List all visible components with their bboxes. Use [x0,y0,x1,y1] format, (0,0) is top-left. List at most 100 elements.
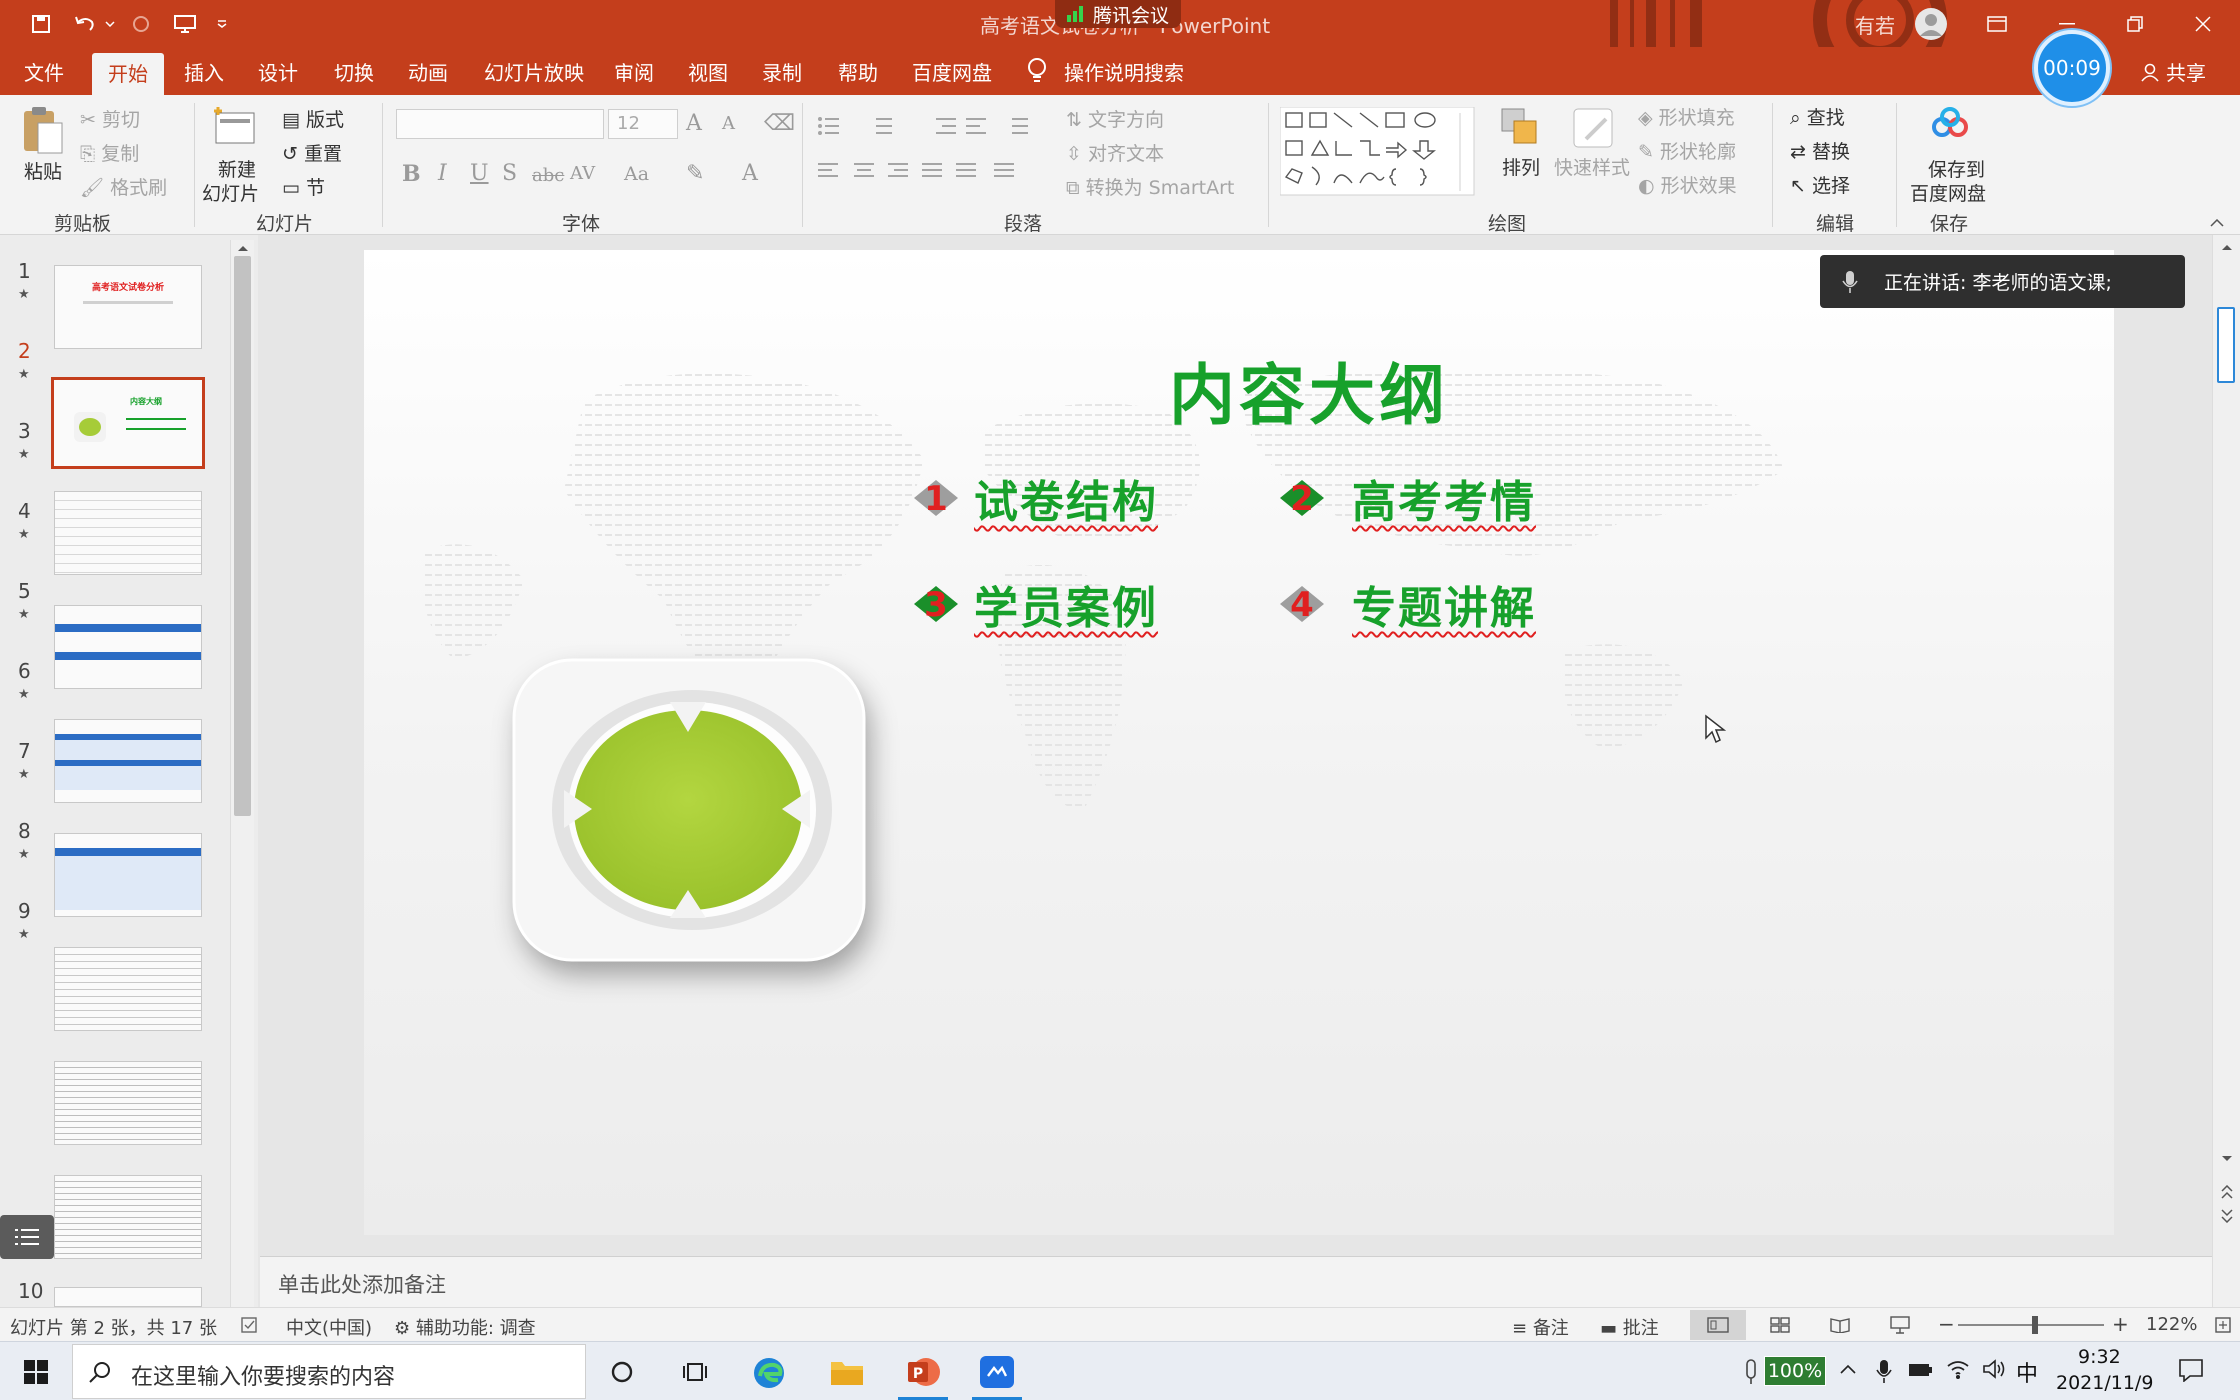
text-direction-button[interactable]: ⇅ 文字方向 [1066,105,1164,132]
tencent-meeting-icon[interactable] [980,1356,1014,1388]
shrink-font-icon[interactable]: A [722,113,735,134]
thumbnail-scroll-thumb[interactable] [234,256,251,816]
highlight-icon[interactable]: ✎ [686,161,704,186]
editor-scroll-thumb[interactable] [2217,307,2235,383]
slide-thumbnail-7[interactable] [54,947,202,1031]
outline-item-2[interactable]: 2 高考考情 [1274,468,1536,528]
zoom-out-button[interactable]: − [1938,1312,1955,1336]
align-text-button[interactable]: ⇳ 对齐文本 [1066,139,1164,166]
customize-qat-icon[interactable] [212,10,232,38]
format-painter-button[interactable]: 🖌 格式刷 [80,173,167,200]
spell-check-icon[interactable] [240,1316,260,1334]
collapse-ribbon-icon[interactable] [2210,219,2224,227]
close-icon[interactable] [2180,6,2226,42]
tab-home[interactable]: 开始 [92,53,164,95]
tab-slideshow[interactable]: 幻灯片放映 [484,57,584,86]
reset-button[interactable]: ↺ 重置 [282,139,342,166]
slide-thumbnail-3[interactable] [54,491,202,575]
notes-pane[interactable]: 单击此处添加备注 [260,1256,2212,1307]
font-color-icon[interactable]: A [742,161,758,186]
arrange-label[interactable]: 排列 [1502,153,1540,180]
save-to-label[interactable]: 保存到 [1928,155,1985,182]
smartart-button[interactable]: ⧉ 转换为 SmartArt [1066,173,1234,200]
save-icon[interactable] [24,10,58,38]
battery-icon[interactable] [1908,1362,1934,1378]
edge-icon[interactable] [752,1356,786,1390]
clock-date[interactable]: 2021/11/9 [2056,1372,2153,1394]
language-indicator[interactable]: 中文(中国) [286,1314,372,1340]
prev-slide-icon[interactable] [2221,1185,2233,1199]
quick-styles-label[interactable]: 快速样式 [1554,153,1630,180]
ribbon-display-icon[interactable] [1974,6,2020,42]
select-button[interactable]: ↖ 选择 [1790,171,1850,198]
change-case-icon[interactable]: Aa [624,163,649,185]
layout-button[interactable]: ▤ 版式 [282,105,344,132]
tab-transitions[interactable]: 切换 [334,57,374,86]
align-icons[interactable] [818,161,1058,183]
microphone-icon[interactable] [1876,1358,1892,1384]
clock-time[interactable]: 9:32 [2078,1346,2121,1368]
accessibility-status[interactable]: ⚙ 辅助功能: 调查 [394,1314,536,1340]
outline-item-3[interactable]: 3 学员案例 [908,574,1158,634]
zoom-slider[interactable] [1958,1324,2104,1326]
meeting-indicator[interactable]: 腾讯会议 [1055,0,1182,28]
new-slide-label[interactable]: 新建 [218,155,256,182]
share-button[interactable]: 共享 [2140,57,2206,86]
avatar[interactable] [1908,6,1954,42]
slide-thumbnail-4[interactable] [54,605,202,689]
tell-me-search[interactable]: 操作说明搜索 [1064,57,1184,86]
tab-review[interactable]: 审阅 [614,57,654,86]
tab-baidu-netdisk[interactable]: 百度网盘 [912,57,992,86]
paste-icon[interactable] [20,105,64,155]
comments-button[interactable]: ▬ 批注 [1600,1314,1659,1340]
italic-icon[interactable]: I [438,161,447,186]
font-family-combo[interactable] [396,109,604,139]
section-button[interactable]: ▭ 节 [282,173,325,200]
cortana-icon[interactable] [610,1360,634,1384]
slide-thumbnail-2[interactable]: 内容大纲 [51,377,205,469]
strikethrough-icon[interactable]: abc [532,165,564,186]
tab-insert[interactable]: 插入 [184,57,224,86]
char-spacing-icon[interactable]: AV [570,163,595,184]
bold-icon[interactable]: B [402,161,421,187]
baidu-netdisk-icon[interactable] [1930,107,1970,143]
wifi-icon[interactable] [1946,1358,1970,1380]
slide-thumbnail-6[interactable] [54,833,202,917]
battery-level[interactable]: 100% [1764,1356,1826,1386]
slide-thumbnail-8[interactable] [54,1061,202,1145]
notification-icon[interactable] [2178,1358,2204,1382]
slide-thumbnail-5[interactable] [54,719,202,803]
tab-file[interactable]: 文件 [24,57,64,86]
account-name[interactable]: 有若 [1855,10,1895,39]
reading-view-icon[interactable] [1830,1317,1850,1333]
clear-format-icon[interactable]: ⌫ [764,111,795,136]
powerpoint-icon[interactable]: P [906,1356,940,1388]
shape-fill-button[interactable]: ◈ 形状填充 [1638,103,1735,130]
task-view-icon[interactable] [682,1360,708,1384]
shadow-icon[interactable]: S [502,161,517,186]
shape-effects-button[interactable]: ◐ 形状效果 [1638,171,1737,198]
tab-animations[interactable]: 动画 [408,57,448,86]
font-size-combo[interactable]: 12 [608,109,678,139]
file-explorer-icon[interactable] [830,1358,864,1386]
tab-help[interactable]: 帮助 [838,57,878,86]
slide-thumbnail-9[interactable] [54,1175,202,1259]
replace-button[interactable]: ⇄ 替换 [1790,137,1850,164]
new-slide-label-2[interactable]: 幻灯片 [202,179,259,206]
save-to-label-2[interactable]: 百度网盘 [1910,179,1986,206]
slide-canvas[interactable]: 内容大纲 1 试卷结构 2 高考考情 3 学员案例 4 专题讲解 [364,250,2114,1235]
speaker-icon[interactable] [1982,1358,2006,1380]
undo-dropdown-icon[interactable] [102,10,118,38]
fit-to-window-icon[interactable] [2214,1316,2232,1334]
ime-indicator[interactable]: 中 [2016,1356,2038,1388]
zoom-level[interactable]: 122% [2146,1314,2197,1335]
lightbulb-icon[interactable] [1026,57,1048,83]
zoom-in-button[interactable]: + [2112,1312,2129,1336]
taskbar-search-box[interactable]: 在这里输入你要搜索的内容 [72,1344,586,1399]
meeting-timer[interactable]: 00:09 [2034,30,2110,106]
slide-thumbnail-1[interactable]: 高考语文试卷分析 [54,265,202,349]
notes-placeholder[interactable]: 单击此处添加备注 [278,1269,446,1299]
shapes-gallery[interactable] [1280,107,1480,197]
outline-item-1[interactable]: 1 试卷结构 [908,468,1158,528]
thumbnail-scrollbar[interactable] [230,240,254,1308]
